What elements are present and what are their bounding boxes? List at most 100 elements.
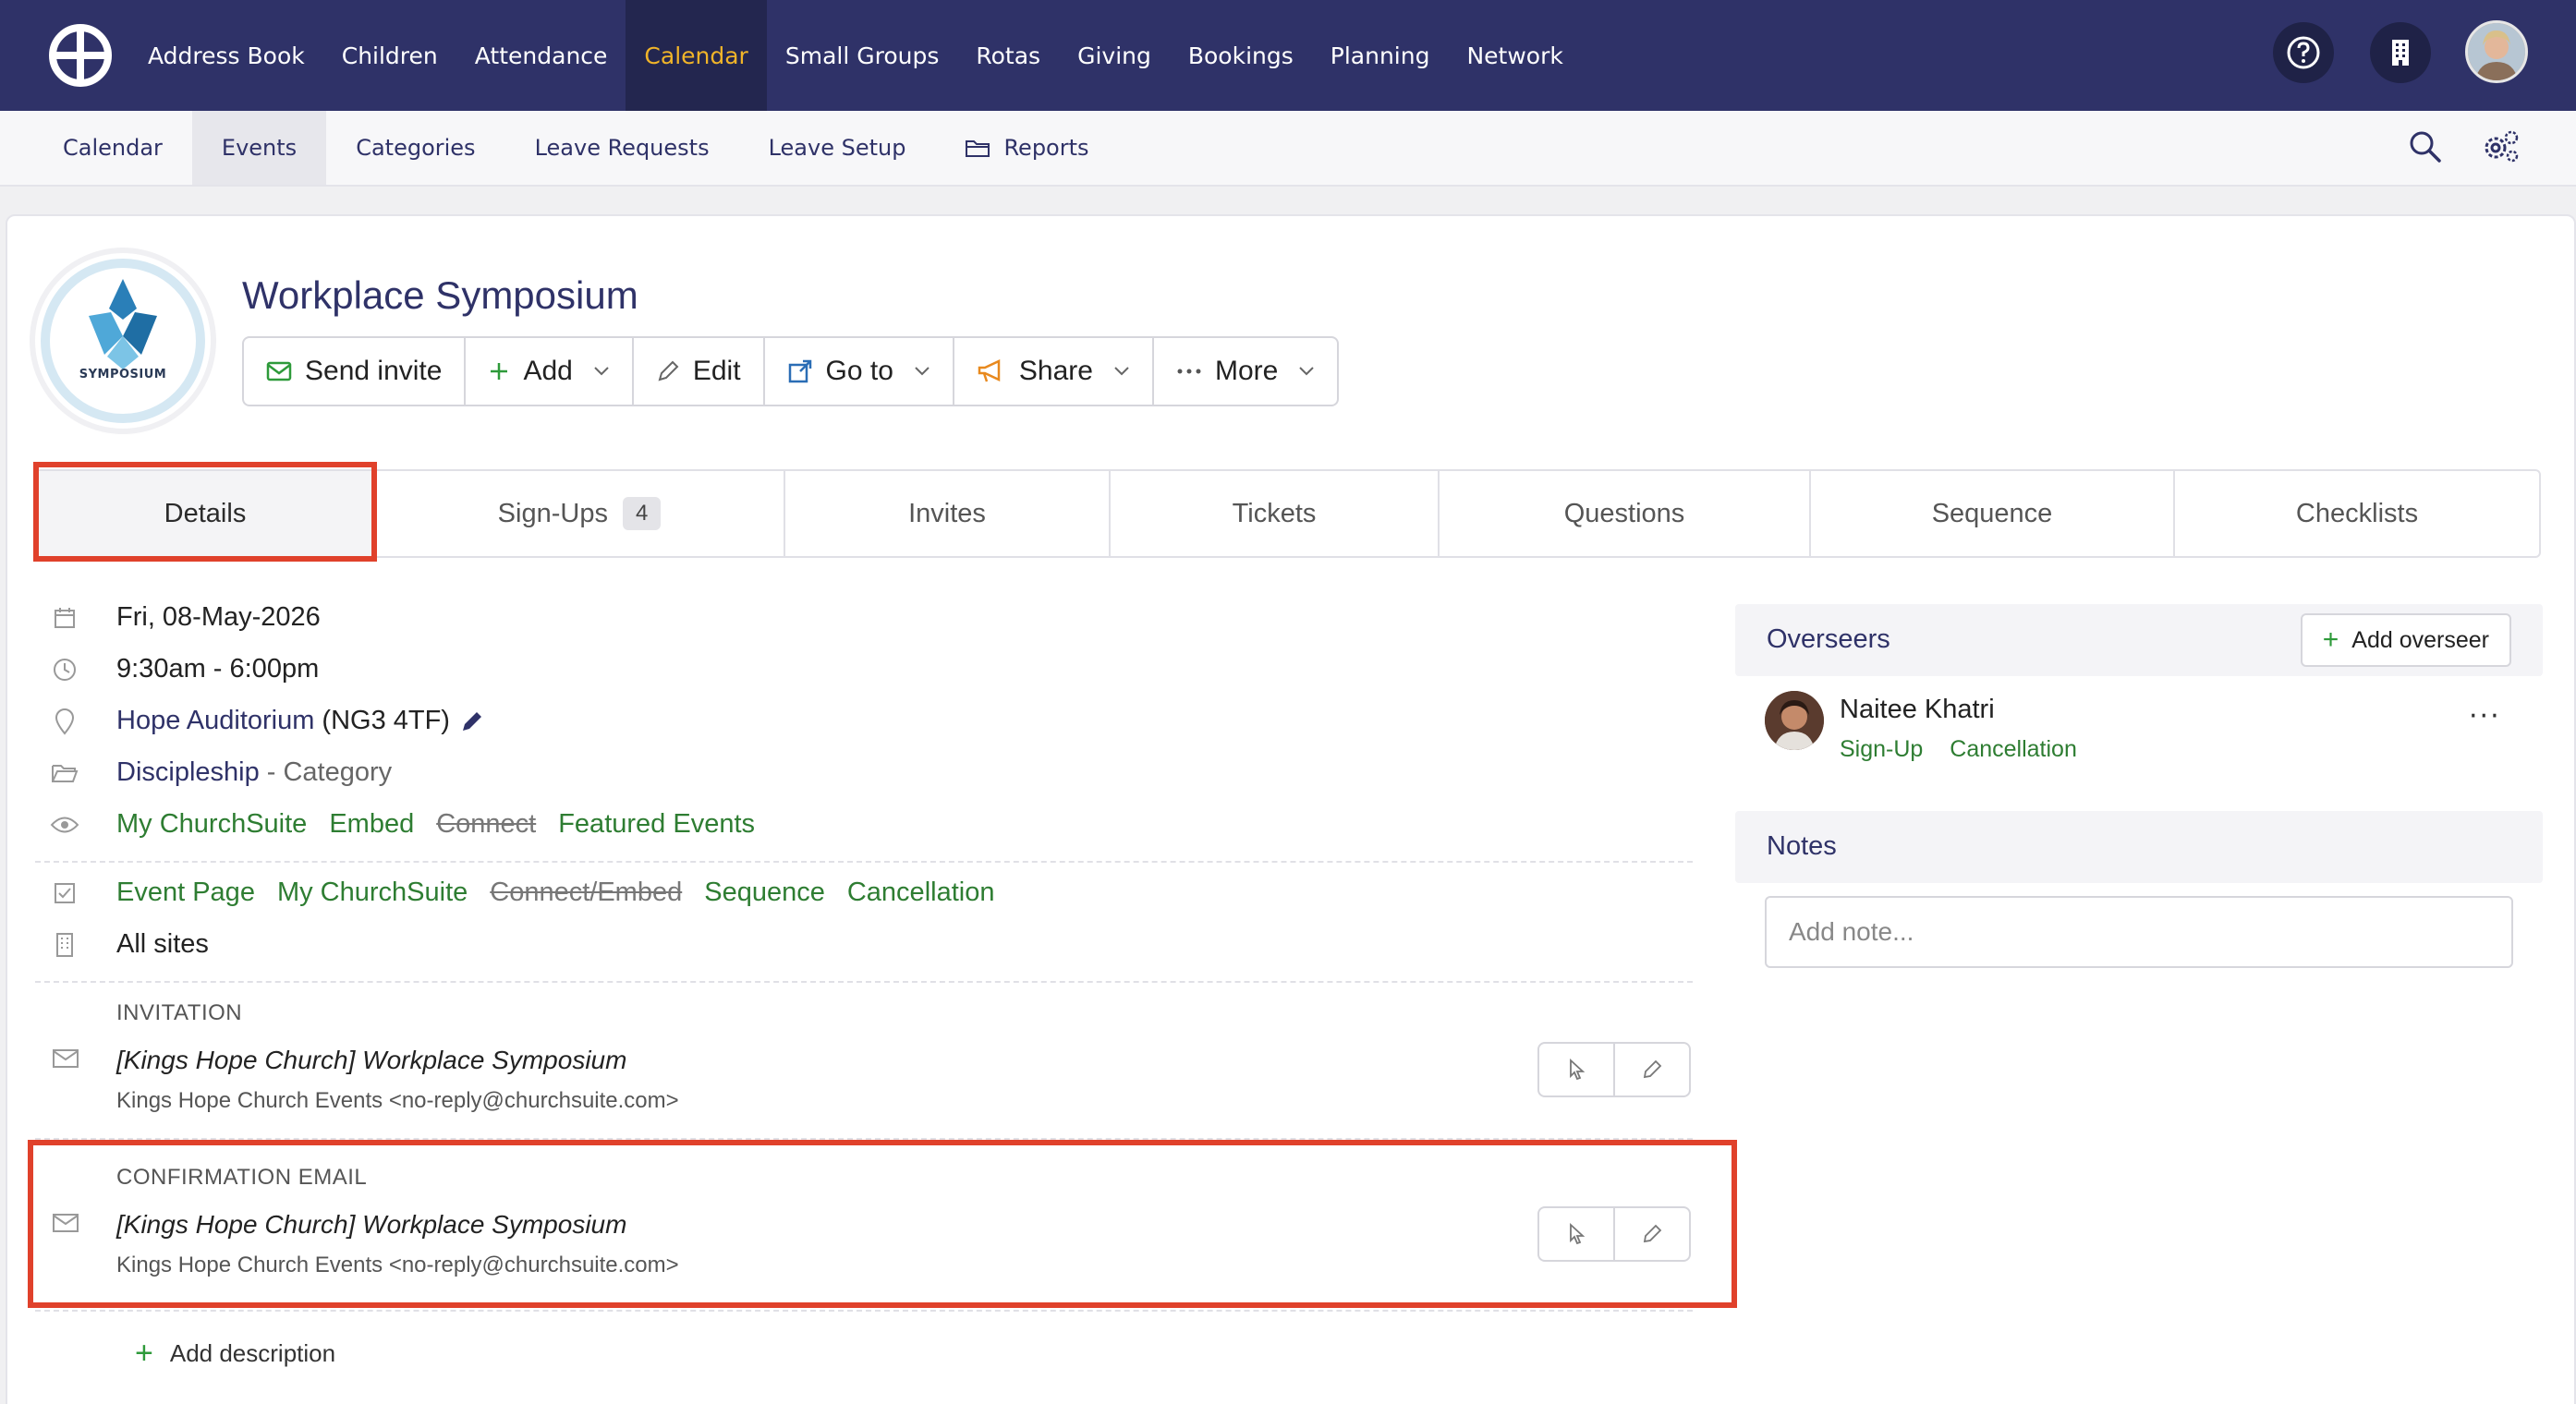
edit-button[interactable]: Edit [634,338,765,405]
building-icon [46,932,83,958]
pencil-icon [656,359,680,383]
invitation-actions [1537,1042,1691,1097]
clock-icon [46,657,83,683]
overseers-title: Overseers [1767,624,1890,654]
signup-options-row: Event Page My ChurchSuite Connect/Embed … [46,878,1016,908]
tab-details[interactable]: Details [37,471,375,556]
subnav-tabs: Calendar Events Categories Leave Request… [33,111,1119,185]
search-icon[interactable] [2408,129,2443,164]
event-logo: SYMPOSIUM [35,253,211,429]
overseers-panel-header: Overseers + Add overseer [1735,604,2543,676]
tab-tickets[interactable]: Tickets [1111,471,1440,556]
nav-item-attendance[interactable]: Attendance [456,0,626,111]
goto-dropdown-button[interactable]: Go to [765,338,954,405]
edit-location-pencil-icon[interactable] [459,708,485,734]
pencil-icon[interactable] [1615,1044,1689,1095]
share-dropdown-button[interactable]: Share [954,338,1154,405]
tab-details-label: Details [164,498,247,528]
pointer-cursor-icon[interactable] [1539,1044,1615,1095]
envelope-icon [52,1048,79,1069]
more-dropdown-button[interactable]: More [1154,338,1337,405]
subnav-item-leave-setup[interactable]: Leave Setup [739,111,936,185]
invitation-subject: [Kings Hope Church] Workplace Symposium [116,1046,627,1074]
nav-item-giving[interactable]: Giving [1059,0,1170,111]
event-location-row: Hope Auditorium (NG3 4TF) [46,706,485,736]
overseer-more-menu-icon[interactable]: ··· [2469,700,2501,732]
nav-item-bookings[interactable]: Bookings [1170,0,1312,111]
plus-icon: + [2322,624,2339,655]
calendar-sub-navigation: Calendar Events Categories Leave Request… [0,111,2576,187]
map-pin-icon [46,708,83,735]
send-invite-label: Send invite [305,356,443,386]
chevron-down-icon [1298,366,1315,377]
notes-panel-header: Notes [1735,811,2543,883]
churchsuite-logo-icon[interactable] [48,23,113,88]
nav-item-address-book[interactable]: Address Book [129,0,323,111]
event-action-toolbar: Send invite Add Edit Go to Share More [242,336,1340,406]
add-description-button[interactable]: + Add description [135,1336,335,1372]
nav-item-planning[interactable]: Planning [1312,0,1449,111]
tab-checklists-label: Checklists [2295,498,2419,528]
nav-item-calendar[interactable]: Calendar [626,0,767,111]
divider [35,861,1693,863]
event-sites-row: All sites [46,929,209,960]
nav-item-rotas[interactable]: Rotas [957,0,1059,111]
megaphone-icon [977,359,1006,383]
checkbox-icon [46,881,83,905]
signup-connect-embed-disabled[interactable]: Connect/Embed [490,878,682,908]
chevron-down-icon [914,366,930,377]
tab-questions[interactable]: Questions [1440,471,1811,556]
signup-cancellation[interactable]: Cancellation [847,878,995,908]
subnav-item-categories[interactable]: Categories [326,111,504,185]
visibility-connect-disabled[interactable]: Connect [436,809,536,840]
add-note-input[interactable] [1765,896,2513,968]
nav-item-children[interactable]: Children [323,0,456,111]
nav-item-small-groups[interactable]: Small Groups [767,0,958,111]
signup-my-churchsuite[interactable]: My ChurchSuite [277,878,468,908]
subnav-item-reports-label: Reports [1003,135,1089,161]
tab-checklists[interactable]: Checklists [2175,471,2539,556]
pencil-icon[interactable] [1615,1208,1689,1260]
category-link[interactable]: Discipleship [116,757,260,788]
overseer-tags: Sign-Up Cancellation [1840,736,2097,763]
user-avatar[interactable] [2465,20,2528,83]
help-icon[interactable] [2273,22,2334,83]
folder-icon [965,138,990,158]
event-tabs: Details Sign-Ups 4 Invites Tickets Quest… [35,469,2541,558]
divider [35,1138,1693,1140]
external-link-icon [787,358,813,384]
building-icon[interactable] [2370,22,2431,83]
signup-sequence[interactable]: Sequence [704,878,825,908]
overseer-tag-signup[interactable]: Sign-Up [1840,736,1923,762]
subnav-item-events[interactable]: Events [191,111,327,185]
overseer-name: Naitee Khatri [1840,695,1995,724]
event-time-row: 9:30am - 6:00pm [46,654,319,684]
confirmation-actions [1537,1206,1691,1262]
subnav-item-reports[interactable]: Reports [935,111,1118,185]
overseer-tag-cancellation[interactable]: Cancellation [1950,736,2077,762]
signup-event-page[interactable]: Event Page [116,878,255,908]
confirmation-subject: [Kings Hope Church] Workplace Symposium [116,1210,627,1239]
tab-sequence-label: Sequence [1931,498,2053,528]
tab-invites[interactable]: Invites [785,471,1111,556]
add-overseer-button[interactable]: + Add overseer [2300,613,2511,667]
visibility-featured-events[interactable]: Featured Events [558,809,755,840]
tab-sequence[interactable]: Sequence [1811,471,2175,556]
envelope-check-icon [266,361,292,381]
location-link[interactable]: Hope Auditorium [116,706,314,736]
event-logo-text: SYMPOSIUM [79,368,167,381]
plus-icon [488,360,510,382]
main-nav: Address Book Children Attendance Calenda… [129,0,1582,111]
subnav-item-calendar[interactable]: Calendar [33,111,192,185]
nav-item-network[interactable]: Network [1448,0,1581,111]
subnav-item-leave-requests[interactable]: Leave Requests [505,111,739,185]
tab-signups[interactable]: Sign-Ups 4 [375,471,785,556]
invitation-from: Kings Hope Church Events <no-reply@churc… [116,1088,679,1113]
settings-gear-icon[interactable] [2481,127,2521,166]
pointer-cursor-icon[interactable] [1539,1208,1615,1260]
visibility-embed[interactable]: Embed [329,809,414,840]
send-invite-button[interactable]: Send invite [244,338,467,405]
overseer-avatar[interactable] [1765,691,1824,750]
visibility-my-churchsuite[interactable]: My ChurchSuite [116,809,307,840]
add-dropdown-button[interactable]: Add [466,338,634,405]
